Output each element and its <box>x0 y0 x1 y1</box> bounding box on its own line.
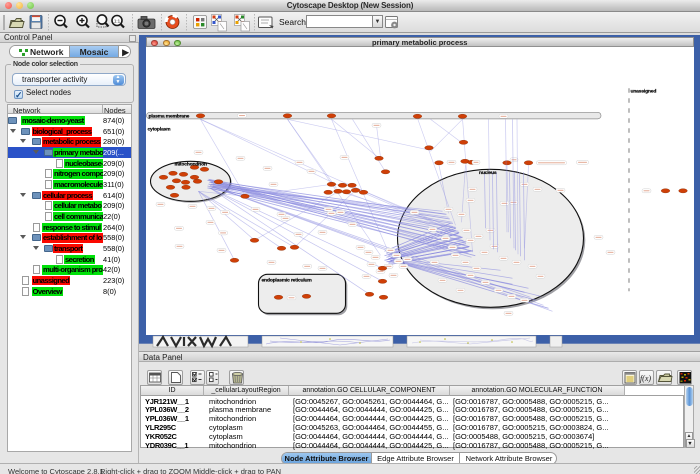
svg-text:unassigned: unassigned <box>630 88 656 94</box>
svg-text:1:1: 1:1 <box>114 19 121 24</box>
svg-text:plasma membrane: plasma membrane <box>148 113 189 119</box>
svg-text:endoplasmic reticulum: endoplasmic reticulum <box>261 277 312 283</box>
svg-text:nucleus: nucleus <box>479 169 497 175</box>
svg-text:cytoplasm: cytoplasm <box>147 126 171 132</box>
svg-text:mitochondrion: mitochondrion <box>174 161 206 167</box>
